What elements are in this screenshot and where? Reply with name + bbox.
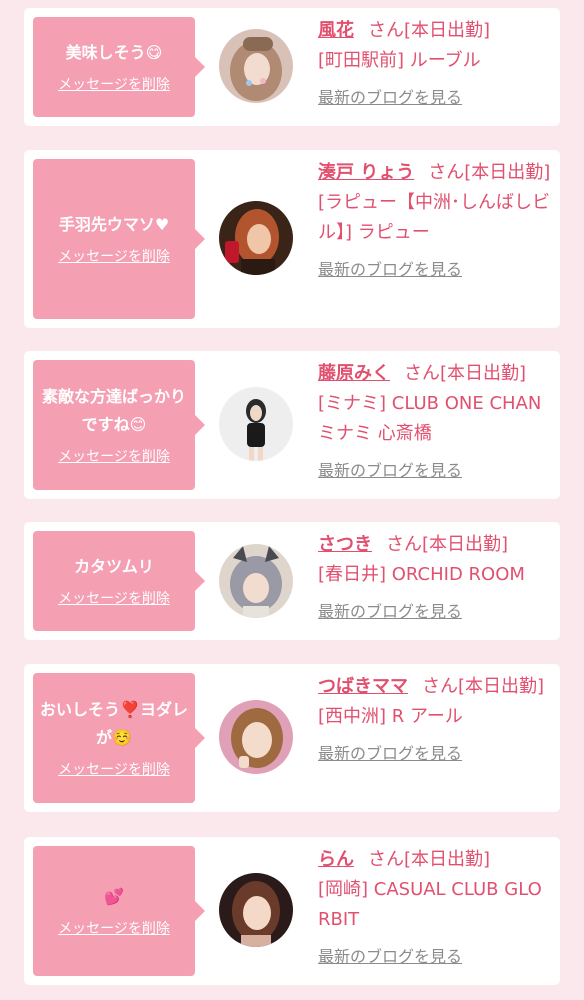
message-text: 美味しそう😋 xyxy=(65,43,163,62)
avatar[interactable] xyxy=(219,387,293,461)
message-bubble: 美味しそう😋 メッセージを削除 xyxy=(33,17,205,117)
message-card: カタツムリ メッセージを削除 さつき さん[本日出勤] [春日井] ORCHID … xyxy=(24,522,560,640)
avatar[interactable] xyxy=(219,29,293,103)
message-card: 素敵な方達ばっかりですね😊 メッセージを削除 藤原みく さん[本日出勤] [ミナミ… xyxy=(24,351,560,499)
attendance-status: さん[本日出勤] xyxy=(428,162,551,183)
shop-name: [春日井] ORCHID ROOM xyxy=(318,564,525,585)
message-bubble: おいしそう❣️ヨダレが☺️ メッセージを削除 xyxy=(33,673,205,803)
avatar[interactable] xyxy=(219,873,293,947)
cast-name-link[interactable]: らん xyxy=(318,849,354,870)
cast-info: らん さん[本日出勤] [岡崎] CASUAL CLUB GLORBIT 最新のブ… xyxy=(318,845,552,969)
shop-name: [西中洲] R アール xyxy=(318,706,463,727)
cast-info: 湊戸 りょう さん[本日出勤] [ラピュー【中洲･しんばしビル】] ラピュー 最新… xyxy=(318,158,552,282)
delete-message-link[interactable]: メッセージを削除 xyxy=(58,447,170,467)
delete-message-link[interactable]: メッセージを削除 xyxy=(58,760,170,780)
cast-info: さつき さん[本日出勤] [春日井] ORCHID ROOM 最新のブログを見る xyxy=(318,530,552,624)
message-card: 美味しそう😋 メッセージを削除 風花 さん[本日出勤] [町田駅前] ルーブル 最… xyxy=(24,8,560,126)
latest-blog-link[interactable]: 最新のブログを見る xyxy=(318,459,462,483)
message-text: 💕 xyxy=(104,887,124,906)
message-text: カタツムリ xyxy=(74,557,154,576)
cast-info: 風花 さん[本日出勤] [町田駅前] ルーブル 最新のブログを見る xyxy=(318,16,552,110)
attendance-status: さん[本日出勤] xyxy=(368,20,491,41)
avatar[interactable] xyxy=(219,201,293,275)
cast-name-link[interactable]: さつき xyxy=(318,534,372,555)
message-bubble: カタツムリ メッセージを削除 xyxy=(33,531,205,631)
shop-name: [町田駅前] ルーブル xyxy=(318,50,481,71)
shop-name: [ラピュー【中洲･しんばしビル】] ラピュー xyxy=(318,192,551,243)
message-bubble: 手羽先ウマソ♥ メッセージを削除 xyxy=(33,159,205,319)
latest-blog-link[interactable]: 最新のブログを見る xyxy=(318,86,462,110)
latest-blog-link[interactable]: 最新のブログを見る xyxy=(318,742,462,766)
delete-message-link[interactable]: メッセージを削除 xyxy=(58,919,170,939)
attendance-status: さん[本日出勤] xyxy=(404,363,527,384)
message-bubble: 素敵な方達ばっかりですね😊 メッセージを削除 xyxy=(33,360,205,490)
message-text: 手羽先ウマソ♥ xyxy=(58,215,170,234)
message-card: 💕 メッセージを削除 らん さん[本日出勤] [岡崎] CASUAL CLUB G… xyxy=(24,837,560,985)
latest-blog-link[interactable]: 最新のブログを見る xyxy=(318,600,462,624)
avatar[interactable] xyxy=(219,544,293,618)
attendance-status: さん[本日出勤] xyxy=(368,849,491,870)
cast-name-link[interactable]: 藤原みく xyxy=(318,363,390,384)
message-text: 素敵な方達ばっかりですね😊 xyxy=(41,387,186,434)
cast-name-link[interactable]: 風花 xyxy=(318,20,354,41)
shop-name: [ミナミ] CLUB ONE CHAN ミナミ 心斎橋 xyxy=(318,393,542,444)
attendance-status: さん[本日出勤] xyxy=(422,676,545,697)
cast-info: つばきママ さん[本日出勤] [西中洲] R アール 最新のブログを見る xyxy=(318,672,552,766)
attendance-status: さん[本日出勤] xyxy=(386,534,509,555)
latest-blog-link[interactable]: 最新のブログを見る xyxy=(318,945,462,969)
delete-message-link[interactable]: メッセージを削除 xyxy=(58,75,170,95)
delete-message-link[interactable]: メッセージを削除 xyxy=(58,589,170,609)
message-card: おいしそう❣️ヨダレが☺️ メッセージを削除 つばきママ さん[本日出勤] [西中… xyxy=(24,664,560,812)
latest-blog-link[interactable]: 最新のブログを見る xyxy=(318,258,462,282)
delete-message-link[interactable]: メッセージを削除 xyxy=(58,247,170,267)
cast-info: 藤原みく さん[本日出勤] [ミナミ] CLUB ONE CHAN ミナミ 心斎橋… xyxy=(318,359,552,483)
cast-name-link[interactable]: 湊戸 りょう xyxy=(318,162,414,183)
cast-name-link[interactable]: つばきママ xyxy=(318,676,408,697)
shop-name: [岡崎] CASUAL CLUB GLORBIT xyxy=(318,879,542,930)
message-text: おいしそう❣️ヨダレが☺️ xyxy=(40,700,188,747)
message-bubble: 💕 メッセージを削除 xyxy=(33,846,205,976)
avatar[interactable] xyxy=(219,700,293,774)
message-card: 手羽先ウマソ♥ メッセージを削除 湊戸 りょう さん[本日出勤] [ラピュー【中洲… xyxy=(24,150,560,328)
